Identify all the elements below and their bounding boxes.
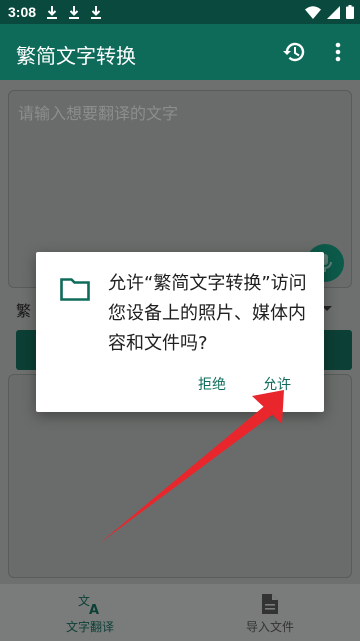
app-bar: 繁简文字转换 (0, 24, 360, 80)
nav-item-translate[interactable]: 文 A 文字翻译 (0, 584, 180, 641)
signal-icon (327, 5, 340, 19)
app-title: 繁简文字转换 (16, 44, 136, 68)
svg-text:A: A (89, 603, 99, 615)
permission-dialog: 允许“繁简文字转换”访问您设备上的照片、媒体内容和文件吗? 拒绝 允许 (36, 252, 324, 412)
mode-select-label[interactable]: 繁 (16, 300, 31, 321)
status-time: 3:08 (8, 4, 37, 20)
nav-label: 导入文件 (245, 620, 294, 634)
input-placeholder: 请输入想要翻译的文字 (18, 104, 179, 123)
wifi-icon (305, 5, 321, 19)
allow-button[interactable]: 允许 (263, 374, 291, 394)
file-icon (262, 592, 278, 616)
bottom-nav: 文 A 文字翻译 导入文件 (0, 584, 360, 641)
dialog-message: 允许“繁简文字转换”访问您设备上的照片、媒体内容和文件吗? (108, 273, 307, 354)
download-icon (91, 6, 102, 19)
battery-icon (346, 5, 354, 19)
status-icons (305, 5, 354, 19)
status-bar: 3:08 (0, 0, 360, 24)
nav-item-import[interactable]: 导入文件 (180, 584, 360, 641)
translate-icon: 文 A (78, 592, 102, 616)
more-vert-icon[interactable] (332, 38, 344, 66)
download-icon (47, 6, 58, 19)
deny-button[interactable]: 拒绝 (198, 374, 226, 394)
folder-icon (60, 278, 90, 301)
download-icon (69, 6, 80, 19)
nav-label: 文字翻译 (65, 620, 114, 634)
history-icon[interactable] (280, 38, 308, 66)
